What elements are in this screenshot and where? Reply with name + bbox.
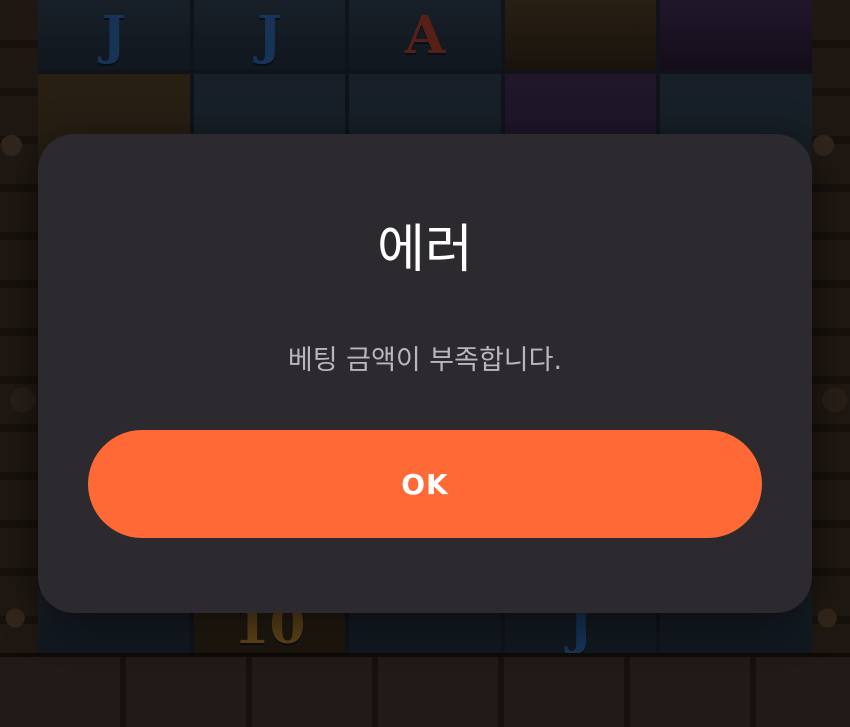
game-screen: J J A 10 Q 10 10 J 에러 베팅 금액이 부족합니다. OK	[0, 0, 850, 727]
dialog-title: 에러	[377, 220, 473, 280]
error-dialog: 에러 베팅 금액이 부족합니다. OK	[38, 134, 812, 613]
dialog-message: 베팅 금액이 부족합니다.	[287, 345, 563, 376]
ok-button[interactable]: OK	[88, 430, 762, 538]
